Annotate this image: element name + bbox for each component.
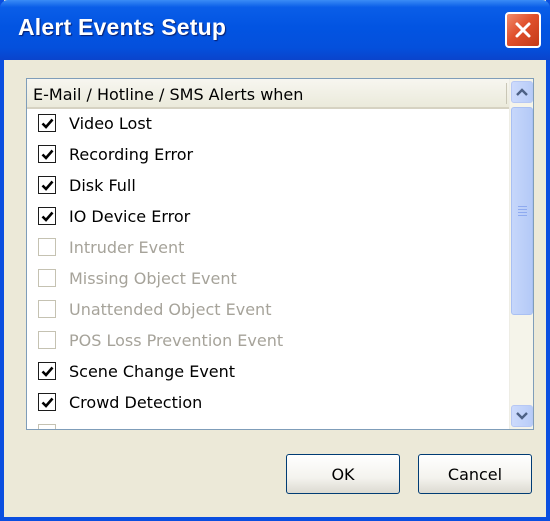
list-item-label: Scene Change Event — [69, 362, 236, 381]
alert-items: Video Lost Recording Error Disk Full IO … — [27, 109, 509, 429]
ok-button-label: OK — [331, 464, 355, 484]
check-icon — [41, 180, 53, 191]
list-item-label: IO Device Error — [69, 207, 191, 226]
list-item-label: Missing Object Event — [69, 269, 237, 288]
check-icon — [41, 211, 53, 222]
list-item-crowd-detection[interactable]: Crowd Detection — [27, 388, 509, 419]
scroll-down-button[interactable] — [511, 405, 533, 427]
list-item-scene-change-event[interactable]: Scene Change Event — [27, 357, 509, 388]
check-icon — [41, 397, 53, 408]
list-item-label: Disk Full — [69, 176, 136, 195]
scene-change-event-checkbox[interactable] — [38, 362, 56, 380]
pos-loss-prevention-event-checkbox[interactable] — [38, 331, 56, 349]
crowd-detection-checkbox[interactable] — [38, 393, 56, 411]
title-bar[interactable]: Alert Events Setup — [0, 0, 550, 60]
close-icon — [515, 22, 531, 38]
cancel-button-label: Cancel — [447, 464, 503, 484]
scroll-up-button[interactable] — [511, 81, 533, 103]
ok-button[interactable]: OK — [286, 454, 400, 494]
chevron-down-icon — [516, 412, 528, 420]
check-icon — [41, 118, 53, 129]
list-item-label: Crowd Detection — [69, 393, 203, 412]
alert-events-setup-dialog: Alert Events Setup E-Mail / Hotline / SM… — [0, 0, 550, 521]
list-item-label: Recording Error — [69, 145, 194, 164]
alert-events-list: E-Mail / Hotline / SMS Alerts when Video… — [26, 78, 534, 430]
chevron-up-icon — [516, 88, 528, 96]
io-device-error-checkbox[interactable] — [38, 207, 56, 225]
list-item-pos-loss-prevention-event[interactable]: POS Loss Prevention Event — [27, 326, 509, 357]
window-title: Alert Events Setup — [18, 14, 227, 40]
list-item-partial[interactable] — [27, 419, 509, 429]
partial-item-checkbox[interactable] — [38, 424, 56, 429]
list-item-io-device-error[interactable]: IO Device Error — [27, 202, 509, 233]
video-lost-checkbox[interactable] — [38, 114, 56, 132]
check-icon — [41, 366, 53, 377]
thumb-grip — [518, 212, 527, 213]
unattended-object-event-checkbox[interactable] — [38, 300, 56, 318]
scrollbar-thumb[interactable] — [511, 107, 533, 315]
list-item-label: POS Loss Prevention Event — [69, 331, 284, 350]
thumb-grip — [518, 215, 527, 216]
list-item-video-lost[interactable]: Video Lost — [27, 109, 509, 140]
close-button[interactable] — [505, 12, 541, 48]
list-item-label: Intruder Event — [69, 238, 185, 257]
list-column-header[interactable]: E-Mail / Hotline / SMS Alerts when — [27, 79, 509, 109]
list-item-missing-object-event[interactable]: Missing Object Event — [27, 264, 509, 295]
recording-error-checkbox[interactable] — [38, 145, 56, 163]
list-item-label: Unattended Object Event — [69, 300, 272, 319]
vertical-scrollbar[interactable] — [509, 79, 533, 429]
thumb-grip — [518, 206, 527, 207]
list-header-label: E-Mail / Hotline / SMS Alerts when — [33, 85, 304, 104]
disk-full-checkbox[interactable] — [38, 176, 56, 194]
list-item-unattended-object-event[interactable]: Unattended Object Event — [27, 295, 509, 326]
list-item-label: Video Lost — [69, 114, 152, 133]
thumb-grip — [518, 209, 527, 210]
list-item-intruder-event[interactable]: Intruder Event — [27, 233, 509, 264]
intruder-event-checkbox[interactable] — [38, 238, 56, 256]
missing-object-event-checkbox[interactable] — [38, 269, 56, 287]
check-icon — [41, 149, 53, 160]
cancel-button[interactable]: Cancel — [418, 454, 532, 494]
list-item-recording-error[interactable]: Recording Error — [27, 140, 509, 171]
list-item-disk-full[interactable]: Disk Full — [27, 171, 509, 202]
